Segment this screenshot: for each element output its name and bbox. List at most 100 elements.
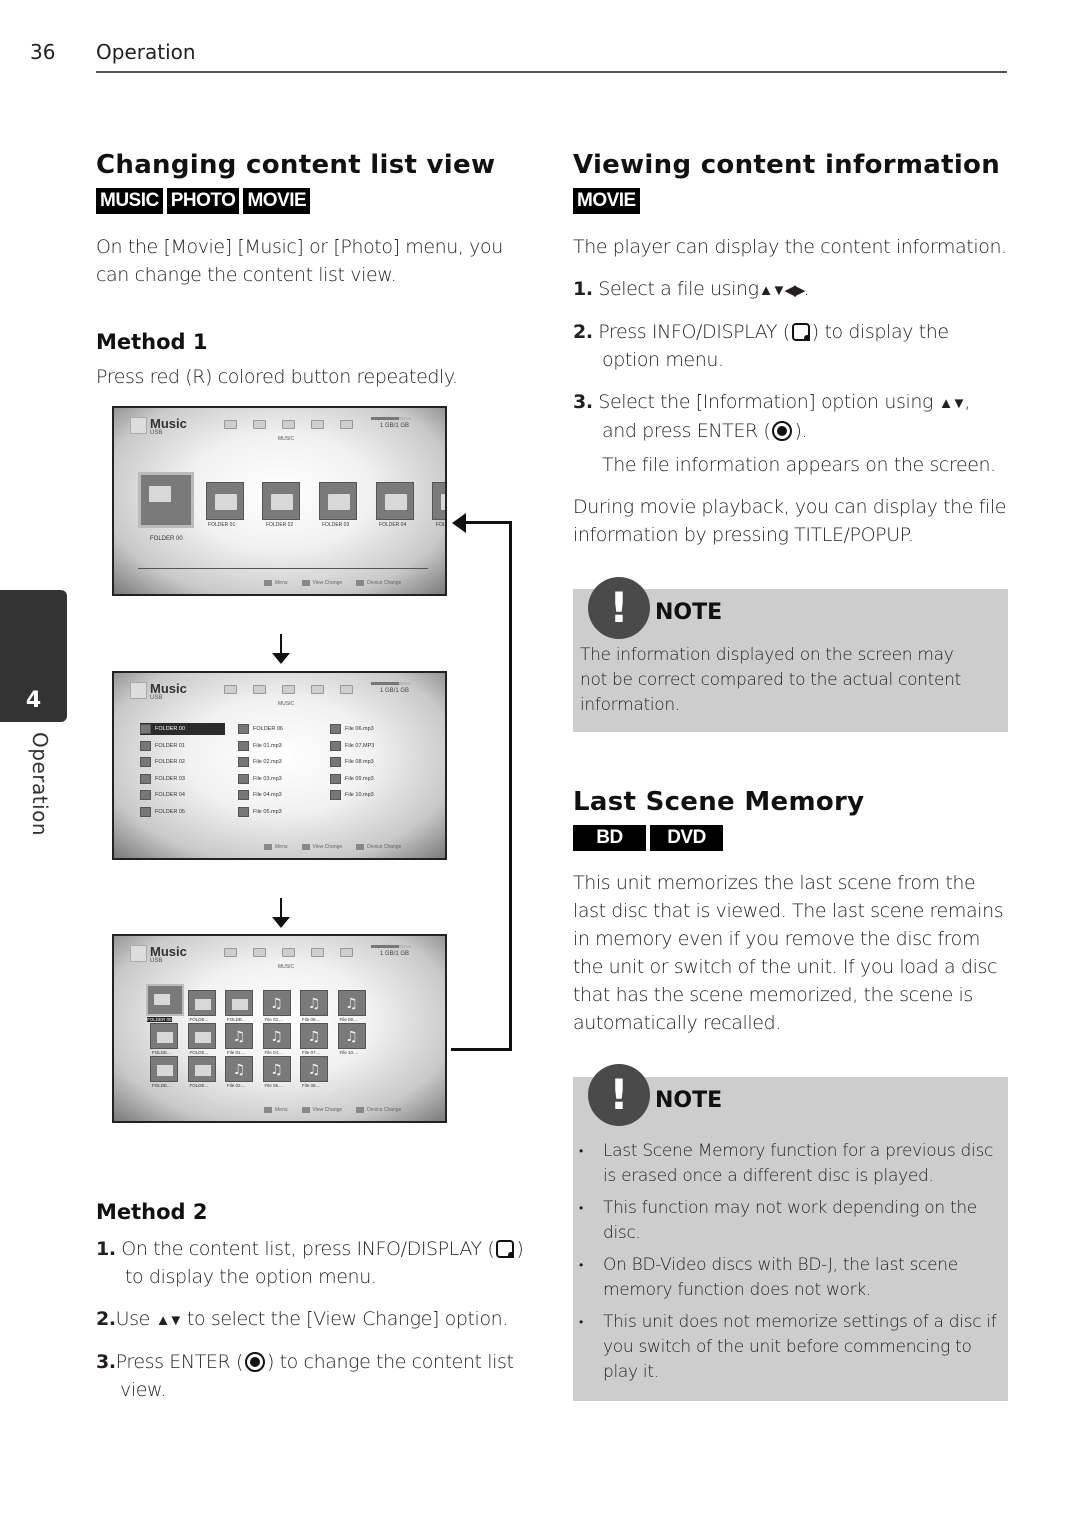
capacity-text: 1 GB/1 GB <box>379 423 409 429</box>
media-badges-last-scene: BD DVD <box>573 825 723 851</box>
intro-viewing-info: The player can display the content infor… <box>573 236 1007 258</box>
section-title-last-scene: Last Scene Memory <box>573 787 865 817</box>
footer-view-change: View Change <box>301 580 342 586</box>
exclamation-icon: ! <box>588 577 650 639</box>
folder-icon <box>224 685 237 694</box>
method1-text: Press red (R) colored button repeatedly. <box>96 366 458 388</box>
folder-icon <box>224 948 237 957</box>
badge-bd: BD <box>573 825 646 851</box>
music-file-tile: ♫ <box>262 1023 291 1049</box>
note1-text: The information displayed on the screen … <box>580 645 962 715</box>
tile-label: FOLDE... <box>152 1050 171 1055</box>
method2-step-1: 1. On the content list, press INFO/DISPL… <box>96 1238 524 1288</box>
note2-item: On BD-Video discs with BD-J, the last sc… <box>573 1253 998 1303</box>
loop-connector-line <box>464 521 512 524</box>
folder-open-icon <box>282 948 295 957</box>
chapter-label: Operation <box>28 732 52 837</box>
footer-menu: Menu <box>264 580 288 586</box>
music-file-tile: ♫ <box>262 990 291 1016</box>
list-item: File 10.mp3 <box>330 789 374 801</box>
enter-icon <box>772 421 793 441</box>
music-file-tile: ♫ <box>225 1023 253 1049</box>
tile-label: File 07.... <box>302 1050 321 1055</box>
tile-label: File 06.... <box>302 1017 321 1022</box>
folder-icon <box>311 948 324 957</box>
music-file-icon <box>238 773 249 784</box>
method2-steps: 1. On the content list, press INFO/DISPL… <box>96 1235 536 1404</box>
screen-tab-label: MUSIC <box>278 964 295 970</box>
folder-icon <box>140 773 151 784</box>
music-thumb-icon <box>130 417 147 434</box>
music-file-icon <box>330 724 341 734</box>
folder-tile <box>150 1056 178 1082</box>
section-title-viewing-info: Viewing content information <box>573 150 1001 180</box>
folder-tile <box>262 482 300 520</box>
method2-step-2: 2.Use ▲▼ to select the [View Change] opt… <box>96 1308 508 1330</box>
list-item: FOLDER 05 <box>140 806 185 818</box>
folder-icon <box>311 685 324 694</box>
folder-open-icon <box>282 685 295 694</box>
tile-label: FOLDER 04 <box>379 522 407 528</box>
screenshot-large-icon-view: Music USB MUSIC 1 GB/1 GB FOLDER 00 FOLD… <box>112 406 447 596</box>
screen-tab-label: MUSIC <box>278 436 295 442</box>
folder-icon <box>140 757 151 767</box>
screen-title: Music <box>150 944 187 959</box>
note2-item: Last Scene Memory function for a previou… <box>573 1139 998 1189</box>
capacity-bar <box>371 417 411 420</box>
music-file-tile: ♫ <box>300 990 328 1016</box>
tile-label: FOLDER 02 <box>266 522 294 528</box>
folder-tile <box>319 482 357 520</box>
capacity-text: 1 GB/1 GB <box>379 688 409 694</box>
music-file-tile: ♫ <box>300 1056 328 1082</box>
list-item: FOLDER 01 <box>140 740 185 752</box>
exclamation-icon: ! <box>588 1064 650 1126</box>
folder-open-icon <box>282 420 295 429</box>
folder-tile <box>146 984 184 1016</box>
tile-label: FOLDE... <box>189 1050 209 1055</box>
list-item: FOLDER 04 <box>140 789 185 801</box>
music-file-tile: ♫ <box>225 1056 253 1082</box>
list-item: File 09.mp3 <box>330 773 374 785</box>
tile-label: FOLDE... <box>152 1083 171 1088</box>
folder-icon <box>340 948 353 957</box>
folder-icon <box>140 790 151 800</box>
list-item: FOLDER 02 <box>140 756 185 768</box>
music-thumb-icon <box>130 945 147 962</box>
folder-tile <box>187 1023 216 1049</box>
screen-subtitle: USB <box>150 430 163 436</box>
music-file-tile: ♫ <box>337 990 366 1016</box>
footer-device-change: Device Change <box>356 844 401 850</box>
screen-tab-bar <box>224 948 353 957</box>
screenshot-list-view: Music USB MUSIC 1 GB/1 GB FOLDER 00 FOLDE… <box>112 671 447 860</box>
folder-tile <box>187 1056 216 1082</box>
screen-footer: Menu View Change Device Change <box>264 1107 401 1113</box>
page-number: 36 <box>30 40 56 64</box>
badge-movie: MOVIE <box>573 188 640 214</box>
folder-icon <box>140 724 151 734</box>
music-file-icon <box>238 740 249 751</box>
note1-title: NOTE <box>655 600 723 625</box>
folder-icon <box>340 420 353 429</box>
music-file-icon <box>330 757 341 767</box>
folder-icon <box>253 685 266 694</box>
viewing-info-steps: 1. Select a file using▲▼◀▶. 2. Press INF… <box>573 275 1013 479</box>
folder-icon <box>224 420 237 429</box>
progress-line <box>138 568 428 569</box>
folder-tile <box>225 990 253 1016</box>
music-file-icon <box>330 740 341 751</box>
music-file-icon <box>238 806 249 817</box>
badge-movie: MOVIE <box>243 188 311 214</box>
chapter-number: 4 <box>25 688 42 713</box>
footer-menu: Menu <box>264 844 288 850</box>
music-file-tile: ♫ <box>337 1023 366 1049</box>
note2-item: This function may not work depending on … <box>573 1196 998 1246</box>
tile-label: File 01.... <box>227 1050 246 1055</box>
screen-title: Music <box>150 681 187 696</box>
list-item: File 02.mp3 <box>238 756 282 768</box>
running-head: Operation <box>96 40 196 64</box>
folder-tile <box>150 1023 178 1049</box>
info-step-3: 3. Select the [Information] option using… <box>573 391 996 476</box>
header-rule <box>96 71 1007 73</box>
media-badges-left: MUSIC PHOTO MOVIE <box>96 188 311 214</box>
screen-title: Music <box>150 416 187 431</box>
